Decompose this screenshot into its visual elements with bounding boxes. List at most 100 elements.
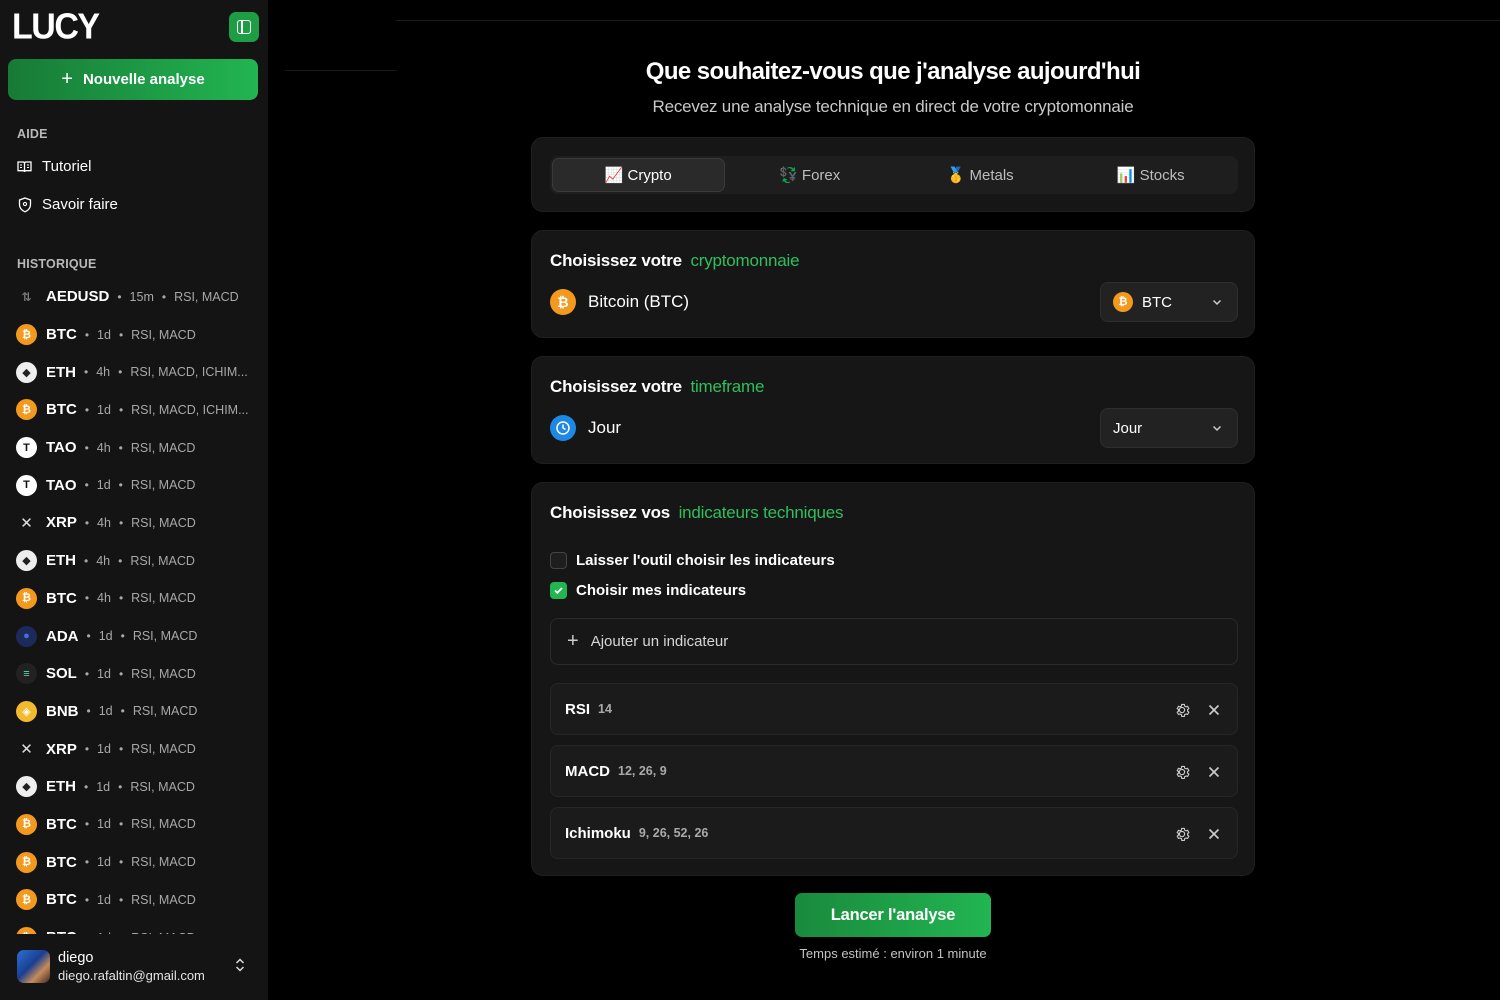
history-symbol: TAO — [46, 439, 77, 457]
timeframe-card-title: Choisissez votre timeframe — [550, 377, 764, 397]
history-item[interactable]: ₿ BTC • 1d • RSI, MACD — [16, 806, 262, 844]
add-indicator-button[interactable]: + Ajouter un indicateur — [550, 618, 1238, 665]
history-item[interactable]: ₿ BTC • 1d • RSI, MACD — [16, 843, 262, 881]
close-icon[interactable] — [1205, 763, 1223, 786]
selected-crypto: ₿ Bitcoin (BTC) — [550, 289, 689, 315]
history-item[interactable]: ✕ XRP • 1d • RSI, MACD — [16, 730, 262, 768]
gear-icon[interactable] — [1173, 701, 1191, 724]
history-symbol: ADA — [46, 627, 79, 645]
gear-icon[interactable] — [1173, 763, 1191, 786]
gear-icon[interactable] — [1173, 825, 1191, 848]
separator-dot: • — [84, 779, 89, 794]
history-item[interactable]: ₿ BTC • 4h • RSI, MACD — [16, 580, 262, 618]
separator-dot: • — [119, 931, 123, 934]
history-item[interactable]: ⇅ AEDUSD • 15m • RSI, MACD — [16, 278, 262, 316]
history-symbol: BTC — [46, 326, 77, 344]
help-section-label: AIDE — [17, 127, 48, 141]
history-timeframe: 1d — [98, 704, 113, 719]
sidebar-toggle-button[interactable] — [229, 12, 259, 42]
manual-indicators-checkbox[interactable] — [550, 582, 567, 599]
history-item[interactable]: ◆ ETH • 1d • RSI, MACD — [16, 768, 262, 806]
btc-coin-icon: ₿ — [16, 813, 37, 835]
btc-coin-icon: ₿ — [16, 889, 37, 911]
chevron-updown-icon — [235, 957, 245, 974]
top-divider — [395, 20, 1500, 21]
bitcoin-icon: ₿ — [550, 289, 576, 315]
history-timeframe: 1d — [97, 855, 111, 870]
history-item[interactable]: ≡ SOL • 1d • RSI, MACD — [16, 655, 262, 693]
separator-dot: • — [118, 478, 123, 493]
history-symbol: XRP — [46, 514, 77, 532]
ada-coin-icon: ● — [16, 625, 37, 647]
sidebar-item-label: Savoir faire — [42, 196, 118, 213]
clock-icon — [550, 415, 576, 441]
history-timeframe: 15m — [129, 289, 154, 304]
timeframe-dropdown[interactable]: Jour — [1100, 408, 1238, 448]
new-analysis-button[interactable]: + Nouvelle analyse — [8, 59, 258, 100]
history-symbol: ETH — [46, 363, 76, 381]
user-menu[interactable]: diego diego.rafaltin@gmail.com — [0, 935, 268, 1000]
plus-icon: + — [567, 629, 579, 652]
eth-coin-icon: ◆ — [16, 550, 37, 572]
btc-coin-icon: ₿ — [16, 324, 37, 346]
history-item[interactable]: ◆ ETH • 4h • RSI, MACD — [16, 542, 262, 580]
history-item[interactable]: ₿ BTC • 1d • RSI, MACD — [16, 316, 262, 354]
history-timeframe: 1d — [97, 931, 111, 934]
history-item[interactable]: ✕ XRP • 4h • RSI, MACD — [16, 504, 262, 542]
indicator-params: 9, 26, 52, 26 — [638, 826, 709, 840]
close-icon[interactable] — [1205, 701, 1223, 724]
history-item[interactable]: ₿ BTC • 1d • RSI, MACD, ICHIM... — [16, 391, 262, 429]
sidebar-item-tutoriel[interactable]: Tutoriel — [17, 158, 91, 175]
history-symbol: ETH — [46, 552, 76, 570]
manual-indicators-option[interactable]: Choisir mes indicateurs — [550, 582, 746, 599]
separator-dot: • — [118, 779, 123, 794]
history-timeframe: 1d — [97, 666, 111, 681]
history-item[interactable]: ◈ BNB • 1d • RSI, MACD — [16, 693, 262, 731]
history-item[interactable]: ◆ ETH • 4h • RSI, MACD, ICHIM... — [16, 353, 262, 391]
sidebar-toggle-icon — [237, 20, 251, 34]
separator-dot: • — [84, 591, 90, 606]
history-section-label: HISTORIQUE — [17, 257, 97, 271]
xrp-coin-icon: ✕ — [20, 514, 33, 532]
checkbox-label: Choisir mes indicateurs — [576, 582, 747, 599]
history-symbol: BNB — [46, 702, 79, 720]
btc-coin-icon: ₿ — [16, 927, 37, 934]
separator-dot: • — [86, 629, 91, 644]
history-symbol: BTC — [46, 401, 77, 419]
crypto-dropdown[interactable]: ₿ BTC — [1100, 282, 1238, 322]
auto-indicators-option[interactable]: Laisser l'outil choisir les indicateurs — [550, 552, 835, 569]
new-analysis-label: Nouvelle analyse — [82, 71, 205, 88]
history-indicators: RSI, MACD — [131, 591, 196, 606]
sidebar-item-label: Tutoriel — [42, 158, 92, 175]
history-symbol: BTC — [46, 589, 77, 607]
history-indicators: RSI, MACD — [131, 666, 196, 681]
timeframe-dropdown-value: Jour — [1113, 419, 1143, 437]
tab-metals[interactable]: 🥇 Metals — [895, 158, 1066, 192]
auto-indicators-checkbox[interactable] — [550, 552, 567, 569]
close-icon[interactable] — [1205, 825, 1223, 848]
tao-coin-icon: T — [16, 437, 37, 459]
tab-forex[interactable]: 💱 Forex — [725, 158, 896, 192]
history-item[interactable]: ● ADA • 1d • RSI, MACD — [16, 617, 262, 655]
history-timeframe: 1d — [96, 478, 111, 493]
sidebar: LUCY + Nouvelle analyse AIDE Tutoriel Sa… — [0, 0, 268, 1000]
launch-analysis-button[interactable]: Lancer l'analyse — [795, 893, 991, 937]
history-indicators: RSI, MACD — [131, 817, 196, 832]
history-item[interactable]: T TAO • 1d • RSI, MACD — [16, 466, 262, 504]
user-email: diego.rafaltin@gmail.com — [58, 968, 205, 983]
history-timeframe: 1d — [97, 402, 111, 417]
tab-crypto[interactable]: 📈 Crypto — [552, 158, 725, 192]
separator-dot: • — [120, 704, 125, 719]
history-symbol: BTC — [46, 929, 77, 934]
history-item[interactable]: ₿ BTC • 1d • RSI, MACD — [16, 881, 262, 919]
tab-stocks[interactable]: 📊 Stocks — [1066, 158, 1237, 192]
history-symbol: TAO — [46, 476, 77, 494]
app-logo: LUCY — [12, 7, 100, 47]
history-item[interactable]: T TAO • 4h • RSI, MACD — [16, 429, 262, 467]
history-indicators: RSI, MACD — [131, 742, 196, 757]
sidebar-item-savoir-faire[interactable]: Savoir faire — [17, 196, 118, 213]
separator-dot: • — [118, 553, 123, 568]
indicator-name: Ichimoku — [565, 824, 631, 842]
separator-dot: • — [118, 591, 124, 606]
history-item[interactable]: ₿ BTC • 1d • RSI, MACD — [16, 919, 262, 934]
